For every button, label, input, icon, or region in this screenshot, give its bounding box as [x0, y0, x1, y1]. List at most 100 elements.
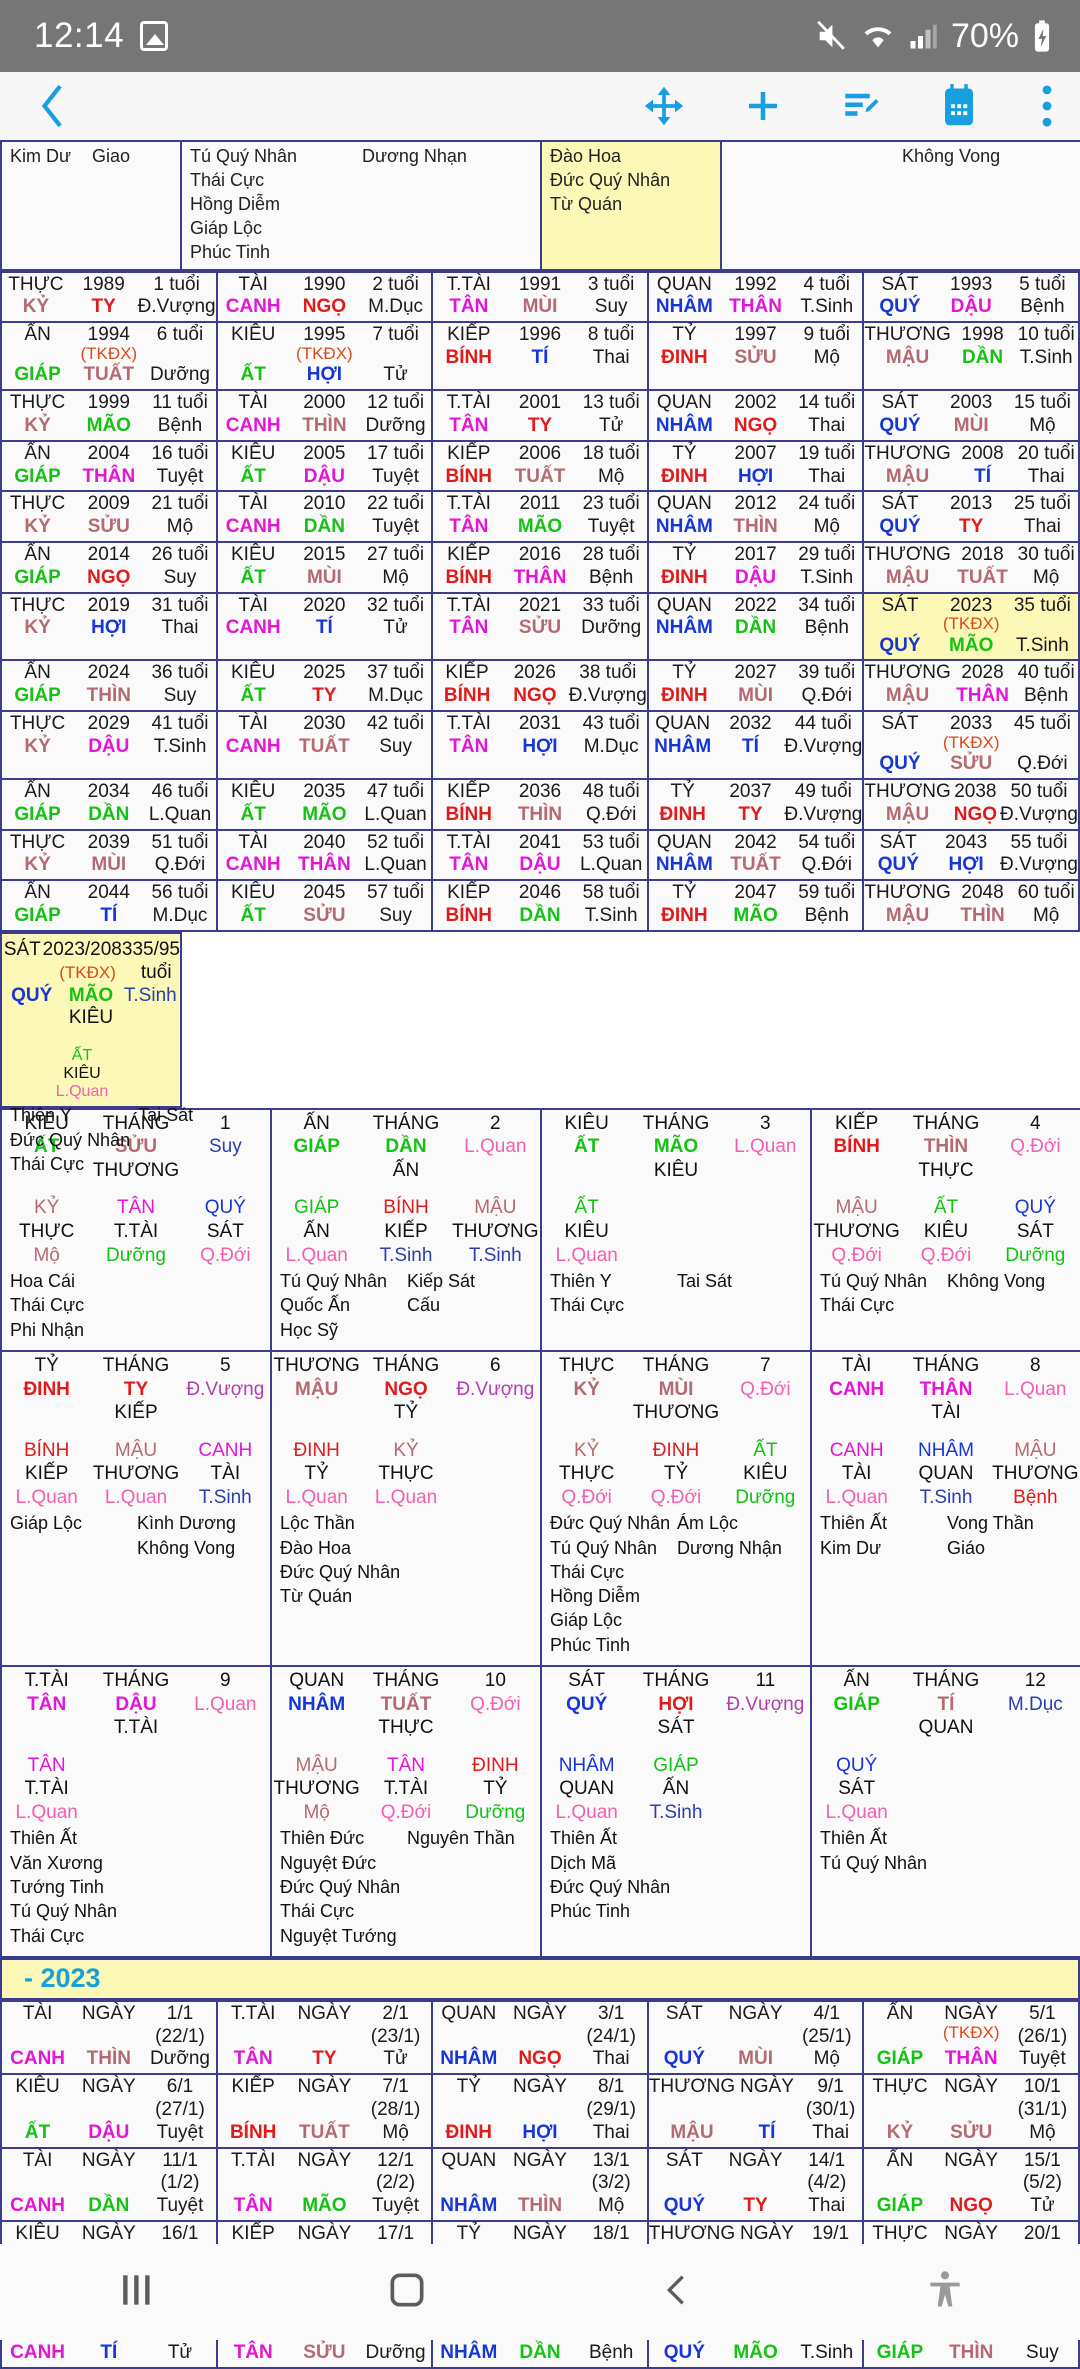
recents-icon[interactable]	[114, 2268, 158, 2317]
month-pillar-cell[interactable]: KIẾPTHÁNG4BÍNHTHÌNQ.ĐớiTHỰCMẬUẤTQUÝTHƯƠN…	[811, 1109, 1080, 1351]
day-pillar-cell[interactable]: T.TÀINGÀY2/1 (23/1)TÂNTYTử	[217, 2001, 433, 2074]
back-icon[interactable]	[656, 2268, 696, 2317]
year-pillar-cell[interactable]: THỰC19891 tuổiKỶTYĐ.Vượng	[1, 272, 217, 323]
day-pillar-cell[interactable]: ẤNNGÀY(TKĐX)5/1 (26/1)GIÁPTHÂNTuyệt	[863, 2001, 1079, 2074]
year-pillar-cell[interactable]: TÀI200012 tuổiCANHTHÌNDưỡng	[217, 390, 433, 441]
year-pillar-cell[interactable]: ẤN201426 tuổiGIÁPNGỌSuy	[1, 542, 217, 593]
month-pillar-cell[interactable]: ẤNTHÁNG12GIÁPTÍM.DụcQUANQUÝSÁTL.QuanThiê…	[811, 1666, 1080, 1957]
year-pillar-cell[interactable]: QUAN204254 tuổiNHÂMTUẤTQ.Đới	[648, 830, 864, 881]
day-pillar-cell[interactable]: QUANNGÀY3/1 (24/1)NHÂMNGỌThai	[432, 2001, 648, 2074]
year-pillar-cell[interactable]: TỶ201729 tuổiĐINHDẬUT.Sinh	[648, 542, 864, 593]
year-pillar-cell[interactable]: THỰC202941 tuổiKỶDẬUT.Sinh	[1, 711, 217, 779]
calendar-icon[interactable]	[938, 83, 980, 129]
year-pillar-cell[interactable]: KIẾP202638 tuổiBÍNHNGỌĐ.Vượng	[432, 660, 648, 711]
year-pillar-cell[interactable]: KIÊU204557 tuổiẤTSỬUSuy	[217, 880, 433, 931]
day-pillar-cell[interactable]: QUANNGÀY13/1 (3/2)NHÂMTHÌNMộ	[432, 2148, 648, 2221]
year-pillar-cell[interactable]: TỶ202739 tuổiĐINHMÙIQ.Đới	[648, 660, 864, 711]
day-pillar-cell[interactable]: TỶNGÀY8/1 (29/1)ĐINHHỢIThai	[432, 2074, 648, 2147]
year-pillar-cell[interactable]: T.TÀI201123 tuổiTÂNMÃOTuyệt	[432, 491, 648, 542]
year-pillar-cell[interactable]: SÁT2033(TKĐX)45 tuổiQUÝSỬUQ.Đới	[863, 711, 1079, 779]
year-pillar-cell[interactable]: KIẾP203648 tuổiBÍNHTHÌNQ.Đới	[432, 779, 648, 830]
year-pillar-cell[interactable]: QUAN200214 tuổiNHÂMNGỌThai	[648, 390, 864, 441]
month-pillar-cell[interactable]: THƯƠNGTHÁNG6MẬUNGỌĐ.VượngTỶĐINHKỶTỶTHỰCL…	[271, 1351, 541, 1666]
year-pillar-cell[interactable]: KIÊU203547 tuổiẤTMÃOL.Quan	[217, 779, 433, 830]
year-pillar-cell[interactable]: TÀI202032 tuổiCANHTÍTử	[217, 593, 433, 661]
year-pillar-cell[interactable]: TỶ200719 tuổiĐINHHỢIThai	[648, 441, 864, 492]
day-pillar-cell[interactable]: THƯƠNGNGÀY9/1 (30/1)MẬUTÍThai	[648, 2074, 864, 2147]
year-pillar-cell[interactable]: THƯƠNG199810 tuổiMẬUDẦNT.Sinh	[863, 322, 1079, 390]
top-tag-cell[interactable]: Không Vong	[721, 141, 1080, 270]
month-pillar-cell[interactable]: SÁTTHÁNG11QUÝHỢIĐ.VượngSÁTNHÂMGIÁPQUANẤN…	[541, 1666, 811, 1957]
day-pillar-cell[interactable]: ẤNNGÀY15/1 (5/2)GIÁPNGỌTử	[863, 2148, 1079, 2221]
year-pillar-cell[interactable]: TỶ19979 tuổiĐINHSỬUMộ	[648, 322, 864, 390]
year-pillar-cell[interactable]: SÁT19935 tuổiQUÝDẬUBệnh	[863, 272, 1079, 323]
year-pillar-cell[interactable]: QUAN201224 tuổiNHÂMTHÌNMộ	[648, 491, 864, 542]
year-pillar-cell[interactable]: THỰC200921 tuổiKỶSỬUMộ	[1, 491, 217, 542]
year-pillar-cell[interactable]: ẤN202436 tuổiGIÁPTHÌNSuy	[1, 660, 217, 711]
year-pillar-cell[interactable]: TÀI204052 tuổiCANHTHÂNL.Quan	[217, 830, 433, 881]
year-pillar-cell[interactable]: KIÊU1995(TKĐX)7 tuổiẤTHỢITử	[217, 322, 433, 390]
year-pillar-cell[interactable]: TỶ203749 tuổiĐINHTYĐ.Vượng	[648, 779, 864, 830]
year-pillar-cell[interactable]: TÀI201022 tuổiCANHDẦNTuyệt	[217, 491, 433, 542]
year-pillar-cell[interactable]: THƯƠNG203850 tuổiMẬUNGỌĐ.Vượng	[863, 779, 1079, 830]
top-tag-cell[interactable]: Đào HoaĐức Quý NhânTừ Quán	[541, 141, 721, 270]
edit-list-icon[interactable]	[840, 85, 882, 127]
year-pillar-cell[interactable]: KIẾP200618 tuổiBÍNHTUẤTMộ	[432, 441, 648, 492]
day-pillar-cell[interactable]: KIẾPNGÀY7/1 (28/1)BÍNHTUẤTMộ	[217, 2074, 433, 2147]
year-pillar-cell[interactable]: THỰC203951 tuổiKỶMÙIQ.Đới	[1, 830, 217, 881]
month-pillar-cell[interactable]: T.TÀITHÁNG9TÂNDẬUL.QuanT.TÀITÂNT.TÀIL.Qu…	[1, 1666, 271, 1957]
year-pillar-cell[interactable]: THƯƠNG204860 tuổiMẬUTHÌNMộ	[863, 880, 1079, 931]
add-icon[interactable]	[742, 85, 784, 127]
accessibility-icon[interactable]	[923, 2268, 967, 2317]
year-pillar-cell[interactable]: TỶ204759 tuổiĐINHMÃOBệnh	[648, 880, 864, 931]
year-pillar-cell[interactable]: T.TÀI204153 tuổiTÂNDẬUL.Quan	[432, 830, 648, 881]
year-pillar-cell[interactable]: THƯƠNG200820 tuổiMẬUTÍThai	[863, 441, 1079, 492]
year-pillar-cell[interactable]: ẤN200416 tuổiGIÁPTHÂNTuyệt	[1, 441, 217, 492]
year-pillar-cell[interactable]: KIẾP201628 tuổiBÍNHTHÂNBệnh	[432, 542, 648, 593]
month-pillar-cell[interactable]: QUANTHÁNG10NHÂMTUẤTQ.ĐớiTHỰCMẬUTÂNĐINHTH…	[271, 1666, 541, 1957]
month-pillar-cell[interactable]: ẤNTHÁNG2GIÁPDẦNL.QuanẤNGIÁPBÍNHMẬUẤNKIẾP…	[271, 1109, 541, 1351]
year-pillar-cell[interactable]: T.TÀI200113 tuổiTÂNTYTử	[432, 390, 648, 441]
year-pillar-cell[interactable]: ẤN1994(TKĐX)6 tuổiGIÁPTUẤTDưỡng	[1, 322, 217, 390]
day-pillar-cell[interactable]: TÀINGÀY11/1 (1/2)CANHDẦNTuyệt	[1, 2148, 217, 2221]
year-pillar-cell[interactable]: THỰC199911 tuổiKỶMÃOBệnh	[1, 390, 217, 441]
home-icon[interactable]	[385, 2268, 429, 2317]
top-tag-cell[interactable]: Kim DưGiao	[1, 141, 181, 270]
year-pillar-cell[interactable]: KIÊU200517 tuổiẤTDẬUTuyệt	[217, 441, 433, 492]
year-pillar-cell[interactable]: SÁT200315 tuổiQUÝMÙIMộ	[863, 390, 1079, 441]
top-tag-cell[interactable]: Tú Quý NhânThái CựcHồng DiễmGiáp LộcPhúc…	[181, 141, 541, 270]
year-pillar-cell[interactable]: KIẾP19968 tuổiBÍNHTÍThai	[432, 322, 648, 390]
day-pillar-cell[interactable]: THỰCNGÀY10/1 (31/1)KỶSỬUMộ	[863, 2074, 1079, 2147]
year-pillar-cell[interactable]: QUAN202234 tuổiNHÂMDẦNBệnh	[648, 593, 864, 661]
back-chevron-icon[interactable]	[36, 82, 70, 130]
day-pillar-cell[interactable]: T.TÀINGÀY12/1 (2/2)TÂNMÃOTuyệt	[217, 2148, 433, 2221]
day-pillar-cell[interactable]: SÁTNGÀY4/1 (25/1)QUÝMÙIMộ	[648, 2001, 864, 2074]
year-pillar-cell[interactable]: SÁT201325 tuổiQUÝTYThai	[863, 491, 1079, 542]
year-banner[interactable]: - 2023	[0, 1958, 1080, 2000]
year-pillar-cell[interactable]: THƯƠNG202840 tuổiMẬUTHÂNBệnh	[863, 660, 1079, 711]
year-pillar-cell[interactable]: KIÊU201527 tuổiẤTMÙIMộ	[217, 542, 433, 593]
year-pillar-cell[interactable]: T.TÀI203143 tuổiTÂNHỢIM.Dục	[432, 711, 648, 779]
summary-cell[interactable]: SÁT 2023/2083 (TKĐX) 35/95 tuổi QUÝ MÃO …	[1, 933, 181, 1107]
year-pillar-cell[interactable]: ẤN204456 tuổiGIÁPTÍM.Dục	[1, 880, 217, 931]
year-pillar-cell[interactable]: TÀI19902 tuổiCANHNGỌM.Dục	[217, 272, 433, 323]
month-pillar-cell[interactable]: TỶTHÁNG5ĐINHTYĐ.VượngKIẾPBÍNHMẬUCANHKIẾP…	[1, 1351, 271, 1666]
year-pillar-cell[interactable]: T.TÀI19913 tuổiTÂNMÙISuy	[432, 272, 648, 323]
year-pillar-cell[interactable]: KIẾP204658 tuổiBÍNHDẦNT.Sinh	[432, 880, 648, 931]
year-pillar-cell[interactable]: SÁT204355 tuổiQUÝHỢIĐ.Vượng	[863, 830, 1079, 881]
month-pillar-cell[interactable]: KIÊUTHÁNG3ẤTMÃOL.QuanKIÊUẤTKIÊUL.QuanThi…	[541, 1109, 811, 1351]
month-pillar-cell[interactable]: TÀITHÁNG8CANHTHÂNL.QuanTÀICANHNHÂMMẬUTÀI…	[811, 1351, 1080, 1666]
year-pillar-cell[interactable]: KIÊU202537 tuổiẤTTYM.Dục	[217, 660, 433, 711]
overflow-menu-icon[interactable]	[1036, 84, 1058, 128]
day-pillar-cell[interactable]: SÁTNGÀY14/1 (4/2)QUÝTYThai	[648, 2148, 864, 2221]
year-pillar-cell[interactable]: TÀI203042 tuổiCANHTUẤTSuy	[217, 711, 433, 779]
year-pillar-cell[interactable]: QUAN203244 tuổiNHÂMTÍĐ.Vượng	[648, 711, 864, 779]
year-pillar-cell[interactable]: SÁT2023(TKĐX)35 tuổiQUÝMÃOT.Sinh	[863, 593, 1079, 661]
year-pillar-cell[interactable]: ẤN203446 tuổiGIÁPDẦNL.Quan	[1, 779, 217, 830]
move-icon[interactable]	[642, 84, 686, 128]
year-pillar-cell[interactable]: THƯƠNG201830 tuổiMẬUTUẤTMộ	[863, 542, 1079, 593]
year-pillar-cell[interactable]: QUAN19924 tuổiNHÂMTHÂNT.Sinh	[648, 272, 864, 323]
year-pillar-cell[interactable]: THỰC201931 tuổiKỶHỢIThai	[1, 593, 217, 661]
day-pillar-cell[interactable]: TÀINGÀY1/1 (22/1)CANHTHÌNDưỡng	[1, 2001, 217, 2074]
year-pillar-cell[interactable]: T.TÀI202133 tuổiTÂNSỬUDưỡng	[432, 593, 648, 661]
